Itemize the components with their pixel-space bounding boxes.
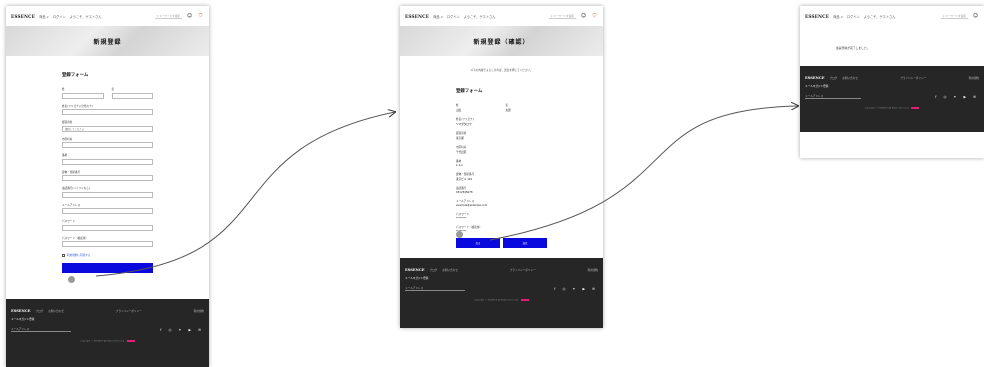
stage: ESSENCE 商品 ∨ ログイン ようこそ、ゲストさん ⚲ キーワードを検索 … bbox=[0, 0, 984, 367]
flow-arrow-2 bbox=[489, 106, 798, 241]
flow-arrow-1 bbox=[95, 112, 395, 277]
flow-connectors bbox=[95, 0, 984, 277]
